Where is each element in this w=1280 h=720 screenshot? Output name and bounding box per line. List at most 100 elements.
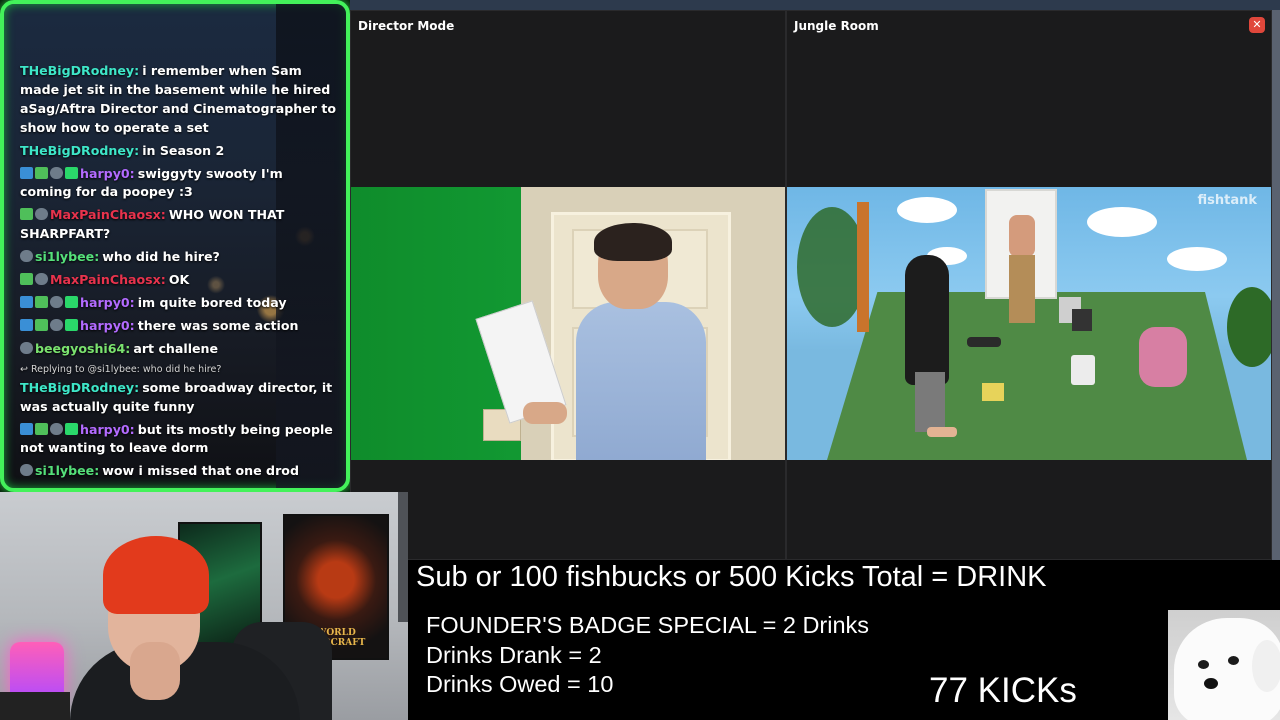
lamp-base xyxy=(0,692,70,720)
badge-icon xyxy=(50,295,63,308)
chat-message: MaxPainChaosx: WHO WON THAT SHARPFART? xyxy=(20,206,336,244)
person-sitting xyxy=(1139,327,1187,387)
person-director xyxy=(576,223,706,460)
director-mode-video[interactable] xyxy=(351,187,785,460)
reply-arrow-icon: ↩ xyxy=(20,363,31,375)
dog-photo xyxy=(1168,610,1280,720)
dumbbell xyxy=(967,337,1001,347)
badge-icon xyxy=(65,422,78,435)
dog-ear xyxy=(1252,640,1280,692)
chat-text: im quite bored today xyxy=(137,294,287,310)
chat-message: THeBigDRodney: i remember when Sam made j… xyxy=(20,62,336,138)
chat-text: art challene xyxy=(133,340,219,356)
badge-icon xyxy=(35,208,48,221)
streamer-hand xyxy=(130,642,180,700)
badge-icon xyxy=(20,166,33,179)
red-beanie xyxy=(103,536,209,614)
chat-message: harpy0: but its mostly being people not w… xyxy=(20,421,336,459)
jungle-room-title: Jungle Room xyxy=(794,19,879,33)
dog-nose xyxy=(1204,678,1218,689)
chat-username[interactable]: THeBigDRodney: xyxy=(20,63,139,78)
founder-special-text: FOUNDER'S BADGE SPECIAL = 2 Drinks xyxy=(426,612,870,638)
chat-username[interactable]: THeBigDRodney: xyxy=(20,380,139,395)
jungle-room-panel: Jungle Room ✕ fishtank xyxy=(786,10,1272,560)
person-shirt xyxy=(576,302,706,460)
dog-eye xyxy=(1228,656,1239,665)
mural-tree xyxy=(857,202,869,332)
chat-username[interactable]: MaxPainChaosx: xyxy=(50,207,166,222)
person-stretching-legs xyxy=(915,372,945,432)
chat-message: THeBigDRodney: some broadway director, it… xyxy=(20,379,336,417)
right-scroll-strip[interactable] xyxy=(1272,10,1280,560)
chat-username[interactable]: harpy0: xyxy=(80,295,135,310)
person-standing-legs xyxy=(1009,255,1035,323)
badge-icon xyxy=(50,166,63,179)
person-hand xyxy=(523,402,567,424)
chat-text: there was some action xyxy=(137,317,299,333)
top-border-strip xyxy=(350,0,1280,10)
badge-icon xyxy=(50,422,63,435)
close-button[interactable]: ✕ xyxy=(1249,17,1265,33)
person-stretching xyxy=(905,255,949,385)
badge-icon xyxy=(35,273,48,286)
wall-edge xyxy=(398,492,408,622)
badge-icon xyxy=(35,166,48,179)
chat-username[interactable]: si1lybee: xyxy=(35,249,99,264)
chat-message: si1lybee: who did he hire? xyxy=(20,248,336,267)
director-mode-title: Director Mode xyxy=(358,19,455,33)
paint-bucket xyxy=(1071,355,1095,385)
badge-icon xyxy=(20,341,33,354)
chat-username[interactable]: harpy0: xyxy=(80,422,135,437)
chat-message: MaxPainChaosx: OK xyxy=(20,271,336,290)
badge-icon xyxy=(35,422,48,435)
chat-message: harpy0: im quite bored today xyxy=(20,294,336,313)
book xyxy=(982,383,1004,401)
mural-cloud xyxy=(1087,207,1157,237)
badge-icon xyxy=(20,208,33,221)
person-stretching-feet xyxy=(927,427,957,437)
chat-username[interactable]: harpy0: xyxy=(80,318,135,333)
badge-icon xyxy=(35,318,48,331)
chat-message: THeBigDRodney: in Season 2 xyxy=(20,142,336,161)
chat-reply-context: ↩ Replying to @si1lybee: who did he hire… xyxy=(20,363,336,377)
chat-message: harpy0: there was some action xyxy=(20,317,336,336)
badge-icon xyxy=(20,295,33,308)
chat-text: who did he hire? xyxy=(102,249,220,265)
chat-text: wow i missed that one drod xyxy=(102,463,299,479)
badge-icon xyxy=(65,318,78,331)
reply-text: Replying to @si1lybee: who did he hire? xyxy=(30,363,222,375)
badge-icon xyxy=(65,295,78,308)
director-mode-panel: Director Mode xyxy=(350,10,786,560)
mural-cloud xyxy=(1167,247,1227,271)
dog-eye xyxy=(1198,660,1209,669)
badge-icon xyxy=(20,250,33,263)
chat-username[interactable]: THeBigDRodney: xyxy=(20,143,139,158)
plant-right xyxy=(1227,287,1271,367)
chat-text: OK xyxy=(168,272,190,288)
chat-username[interactable]: beegyoshi64: xyxy=(35,341,130,356)
badge-icon xyxy=(50,318,63,331)
kicks-counter: 77 KICKs xyxy=(929,671,1077,710)
drinks-owed-text: Drinks Owed = 10 xyxy=(426,671,614,697)
badge-icon xyxy=(35,295,48,308)
webcam-feed: WORLD WARCRAFT xyxy=(0,492,408,720)
drinks-drank-text: Drinks Drank = 2 xyxy=(426,642,602,668)
chat-message: beegyoshi64: art challene xyxy=(20,340,336,359)
badge-icon xyxy=(65,166,78,179)
jungle-room-video[interactable]: fishtank xyxy=(787,187,1271,460)
badge-icon xyxy=(20,318,33,331)
fishtank-watermark: fishtank xyxy=(1197,193,1257,208)
badge-icon xyxy=(20,273,33,286)
chat-panel: THeBigDRodney: i remember when Sam made j… xyxy=(0,0,350,492)
chat-username[interactable]: MaxPainChaosx: xyxy=(50,272,166,287)
chat-username[interactable]: si1lybee: xyxy=(35,463,99,478)
chat-message: harpy0: swiggyty swooty I'm coming for da… xyxy=(20,165,336,203)
badge-icon xyxy=(20,422,33,435)
chat-text: in Season 2 xyxy=(142,142,225,158)
chat-message: si1lybee: wow i missed that one drod xyxy=(20,462,336,481)
chat-message-list[interactable]: THeBigDRodney: i remember when Sam made j… xyxy=(20,62,336,485)
chat-username[interactable]: harpy0: xyxy=(80,166,135,181)
drink-rule-text: Sub or 100 fishbucks or 500 Kicks Total … xyxy=(416,561,1047,593)
person-hair xyxy=(594,223,672,261)
mural-cloud xyxy=(897,197,957,223)
